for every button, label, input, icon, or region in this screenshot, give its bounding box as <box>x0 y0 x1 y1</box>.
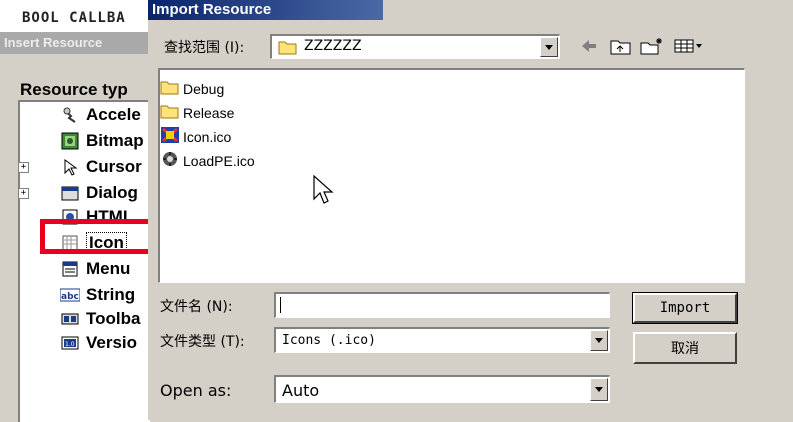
svg-text:1.0: 1.0 <box>65 341 75 348</box>
toolbar-icon <box>60 309 80 329</box>
insert-resource-title: Insert Resource <box>4 35 103 50</box>
tree-item-accelerator[interactable]: Accele <box>60 104 141 126</box>
red-highlight-box <box>40 219 157 254</box>
view-menu-icon[interactable] <box>674 36 704 56</box>
menu-icon <box>60 259 80 279</box>
tree-item-label: Accele <box>86 105 141 124</box>
chevron-down-icon[interactable] <box>590 330 608 351</box>
look-in-label: 查找范围 (I): <box>164 40 245 56</box>
tree-item-string[interactable]: abc String <box>60 284 135 306</box>
tree-item-label: Cursor <box>86 157 142 176</box>
tree-item-label: Versio <box>86 333 138 352</box>
string-table-icon: abc <box>60 285 80 305</box>
chevron-down-icon[interactable] <box>590 378 608 401</box>
expand-cursor-icon[interactable]: + <box>18 162 29 173</box>
import-resource-dialog: Import Resource 查找范围 (I): ZZZZZZ Debug R… <box>148 0 793 420</box>
look-in-combo[interactable]: ZZZZZZ <box>270 34 560 59</box>
tree-item-version[interactable]: 1.0 Versio <box>60 332 137 354</box>
tree-item-label: String <box>86 285 136 304</box>
import-button[interactable]: Import <box>632 292 738 324</box>
tree-item-toolbar[interactable]: Toolba <box>60 308 140 330</box>
cursor-icon <box>60 157 80 177</box>
tree-item-label: Bitmap <box>86 131 144 150</box>
loadpe-ico-icon <box>160 150 180 172</box>
tree-item-cursor[interactable]: Cursor <box>60 156 142 178</box>
filename-input[interactable] <box>274 292 610 318</box>
ico-file-icon <box>160 126 180 148</box>
folder-icon <box>160 79 180 99</box>
file-name: Debug <box>183 81 225 97</box>
import-resource-title: Import Resource <box>152 1 272 18</box>
resource-type-label: Resource typ <box>20 80 128 99</box>
version-icon: 1.0 <box>60 333 80 353</box>
list-item[interactable]: Debug <box>160 78 224 100</box>
filename-label: 文件名 (N): <box>160 299 233 315</box>
back-arrow-icon[interactable] <box>580 36 598 56</box>
up-folder-icon[interactable] <box>610 36 632 56</box>
expand-dialog-icon[interactable]: + <box>18 188 29 199</box>
open-as-select[interactable]: Auto <box>274 375 610 403</box>
file-name: Icon.ico <box>183 129 232 145</box>
insert-resource-titlebar[interactable]: Insert Resource <box>0 32 148 54</box>
tree-item-label: Toolba <box>86 309 141 328</box>
filetype-select[interactable]: Icons (.ico) <box>274 327 610 353</box>
folder-icon <box>278 39 298 59</box>
dialog-icon <box>60 183 80 203</box>
file-name: LoadPE.ico <box>183 153 255 169</box>
look-in-value: ZZZZZZ <box>304 38 362 54</box>
list-item[interactable]: Release <box>160 102 234 124</box>
cancel-button[interactable]: 取消 <box>633 332 737 364</box>
text-caret <box>280 297 281 313</box>
tree-item-dialog[interactable]: Dialog <box>60 182 138 204</box>
import-resource-titlebar[interactable]: Import Resource <box>148 0 383 20</box>
open-as-label: Open as: <box>160 381 232 400</box>
mouse-pointer-icon <box>313 174 335 209</box>
code-line: BOOL CALLBA <box>22 10 126 26</box>
list-item[interactable]: Icon.ico <box>160 126 231 148</box>
folder-icon <box>160 103 180 123</box>
tree-item-bitmap[interactable]: Bitmap <box>60 130 144 152</box>
chevron-down-icon[interactable] <box>540 37 558 57</box>
svg-text:abc: abc <box>61 292 79 302</box>
file-name: Release <box>183 105 235 121</box>
tree-item-menu[interactable]: Menu <box>60 258 130 280</box>
open-as-value: Auto <box>282 381 320 400</box>
filetype-label: 文件类型 (T): <box>160 334 245 350</box>
bitmap-icon <box>60 131 80 151</box>
file-list[interactable]: Debug Release Icon.ico LoadPE.ico <box>158 68 745 283</box>
resource-type-tree[interactable]: Accele Bitmap + Cursor + Dialog HTML Ico… <box>18 100 150 422</box>
tree-item-label: Menu <box>86 259 131 278</box>
filetype-value: Icons (.ico) <box>282 333 376 348</box>
tree-item-label: Dialog <box>86 183 138 202</box>
code-editor-background: BOOL CALLBA <box>0 0 148 32</box>
list-item[interactable]: LoadPE.ico <box>160 150 255 172</box>
accelerator-icon <box>60 105 80 125</box>
new-folder-icon[interactable] <box>640 36 664 56</box>
